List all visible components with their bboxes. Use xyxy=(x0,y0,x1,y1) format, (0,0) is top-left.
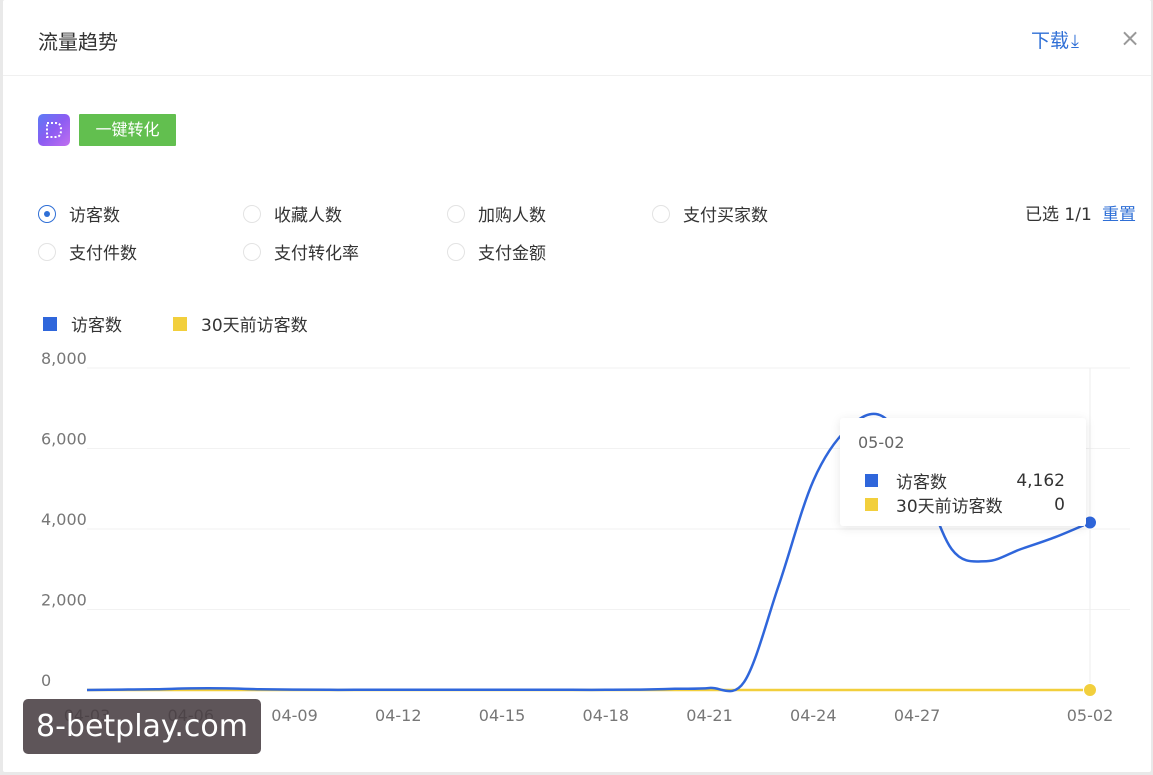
x-tick-label: 05-02 xyxy=(1067,706,1114,725)
chart-tooltip: 05-02 访客数 4,162 30天前访客数 0 xyxy=(840,418,1086,526)
data-point-previous-visitors xyxy=(1083,683,1097,697)
tooltip-row-previous: 30天前访客数 0 xyxy=(865,492,1065,517)
y-tick-label: 4,000 xyxy=(41,510,87,529)
x-tick-label: 04-24 xyxy=(790,706,837,725)
x-tick-label: 04-27 xyxy=(894,706,941,725)
watermark: 8-betplay.com xyxy=(23,699,261,754)
tooltip-label: 30天前访客数 xyxy=(896,497,1003,517)
tooltip-date: 05-02 xyxy=(858,433,905,452)
traffic-trend-modal: 流量趋势 下载 ⤓ × 一键转化 访客数 收藏人数 加购人数 支付买家数 支付件数… xyxy=(3,0,1151,772)
x-tick-label: 04-12 xyxy=(375,706,422,725)
x-tick-label: 04-09 xyxy=(271,706,318,725)
y-tick-label: 2,000 xyxy=(41,591,87,610)
x-tick-label: 04-18 xyxy=(583,706,630,725)
tooltip-value: 0 xyxy=(1054,494,1065,515)
tooltip-value: 4,162 xyxy=(1016,470,1065,491)
tooltip-swatch-previous xyxy=(865,498,878,511)
tooltip-row-visitors: 访客数 4,162 xyxy=(865,468,1065,493)
tooltip-label: 访客数 xyxy=(896,473,947,493)
trend-chart[interactable]: 02,0004,0006,0008,00004-0304-0604-0904-1… xyxy=(3,0,1151,740)
tooltip-swatch-visitors xyxy=(865,474,878,487)
y-tick-label: 6,000 xyxy=(41,430,87,449)
y-tick-label: 8,000 xyxy=(41,349,87,368)
y-tick-label: 0 xyxy=(41,671,51,690)
x-tick-label: 04-15 xyxy=(479,706,526,725)
x-tick-label: 04-21 xyxy=(686,706,733,725)
